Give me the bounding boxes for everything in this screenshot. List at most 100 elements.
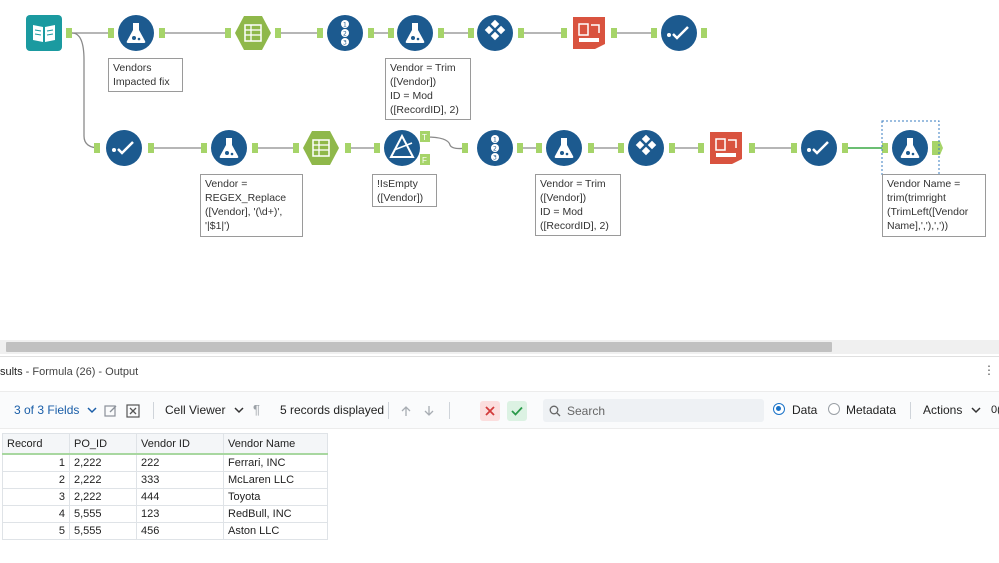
- horizontal-scrollbar[interactable]: [0, 340, 999, 354]
- arrow-up-icon[interactable]: [400, 392, 412, 428]
- search-box[interactable]: [543, 399, 764, 422]
- cell-vendor-id[interactable]: 444: [136, 488, 224, 506]
- actions-label: Actions: [923, 403, 963, 417]
- true-anchor-label: T: [422, 133, 427, 142]
- close-icon[interactable]: [480, 401, 500, 421]
- clear-icon[interactable]: [126, 392, 140, 428]
- checkmark-icon: [106, 130, 142, 166]
- text-to-columns-tool[interactable]: [235, 15, 271, 51]
- flask-icon: [397, 15, 433, 51]
- flask-icon: [118, 15, 154, 51]
- table-row[interactable]: 2 2,222 333 McLaren LLC: [2, 471, 328, 489]
- input-data-tool[interactable]: [26, 15, 62, 51]
- pilcrow-icon[interactable]: ¶: [253, 392, 260, 428]
- arrow-down-icon[interactable]: [423, 392, 435, 428]
- results-grid[interactable]: Record PO_ID Vendor ID Vendor Name 1 2,2…: [2, 433, 328, 540]
- diamond-grid-icon: [628, 130, 664, 166]
- table-row[interactable]: 4 5,555 123 RedBull, INC: [2, 505, 328, 523]
- flask-icon: [546, 130, 582, 166]
- false-anchor-label: F: [422, 156, 427, 165]
- results-title-prefix: sults: [0, 366, 23, 378]
- annotation-filter: !IsEmpty ([Vendor]): [372, 174, 437, 207]
- transpose-tool[interactable]: [571, 15, 607, 51]
- numbers-icon: 1 2 3: [477, 130, 513, 166]
- scrollbar-thumb[interactable]: [6, 342, 832, 352]
- svg-text:1: 1: [493, 137, 497, 144]
- svg-text:3: 3: [493, 155, 497, 162]
- overflow-text: 0(: [991, 404, 999, 416]
- svg-text:2: 2: [343, 31, 347, 38]
- formula-tool-selected[interactable]: [892, 130, 928, 166]
- chevron-down-icon: [234, 407, 244, 414]
- cell-vendor-name[interactable]: Aston LLC: [223, 522, 328, 540]
- checkmark-icon[interactable]: [507, 401, 527, 421]
- col-header-record[interactable]: Record: [2, 433, 70, 455]
- grid-header-row: Record PO_ID Vendor ID Vendor Name: [2, 433, 328, 455]
- actions-dropdown[interactable]: Actions: [923, 392, 981, 428]
- svg-text:2: 2: [493, 146, 497, 153]
- cell-viewer-dropdown[interactable]: Cell Viewer: [165, 392, 244, 428]
- cell-vendor-name[interactable]: Toyota: [223, 488, 328, 506]
- filter-triangle-icon: [384, 130, 420, 166]
- table-icon: [303, 131, 339, 165]
- annotation-formula-mid: Vendor = Trim ([Vendor]) ID = Mod ([Reco…: [535, 174, 621, 236]
- cell-record[interactable]: 1: [2, 453, 70, 472]
- formula-tool[interactable]: [546, 130, 582, 166]
- table-row[interactable]: 5 5,555 456 Aston LLC: [2, 522, 328, 540]
- cell-po-id[interactable]: 2,222: [69, 471, 137, 489]
- fields-dropdown[interactable]: 3 of 3 Fields: [14, 392, 97, 428]
- cell-vendor-id[interactable]: 333: [136, 471, 224, 489]
- cell-vendor-name[interactable]: McLaren LLC: [223, 471, 328, 489]
- table-row[interactable]: 3 2,222 444 Toyota: [2, 488, 328, 506]
- annotation-formula-top: Vendor = Trim ([Vendor]) ID = Mod ([Reco…: [385, 58, 471, 120]
- svg-text:1: 1: [343, 22, 347, 29]
- results-title: sults - Formula (26) - Output: [0, 366, 138, 378]
- cell-vendor-id[interactable]: 123: [136, 505, 224, 523]
- cell-po-id[interactable]: 5,555: [69, 505, 137, 523]
- diamond-grid-icon: [477, 15, 513, 51]
- select-tool[interactable]: [661, 15, 697, 51]
- cell-record[interactable]: 3: [2, 488, 70, 506]
- cell-record[interactable]: 5: [2, 522, 70, 540]
- cell-po-id[interactable]: 2,222: [69, 453, 137, 472]
- edit-icon[interactable]: [104, 392, 118, 428]
- cell-po-id[interactable]: 5,555: [69, 522, 137, 540]
- multi-row-tool[interactable]: [477, 15, 513, 51]
- record-id-tool[interactable]: 1 2 3: [477, 130, 513, 166]
- col-header-vendor-name[interactable]: Vendor Name: [223, 433, 328, 455]
- col-header-vendor-id[interactable]: Vendor ID: [136, 433, 224, 455]
- select-tool[interactable]: [106, 130, 142, 166]
- transpose-icon: [710, 132, 742, 164]
- cell-po-id[interactable]: 2,222: [69, 488, 137, 506]
- cell-record[interactable]: 2: [2, 471, 70, 489]
- checkmark-icon: [661, 15, 697, 51]
- select-tool[interactable]: [801, 130, 837, 166]
- cell-vendor-name[interactable]: Ferrari, INC: [223, 453, 328, 472]
- more-options-icon[interactable]: ⋮: [983, 363, 995, 377]
- metadata-radio[interactable]: [828, 403, 840, 415]
- transpose-tool[interactable]: [708, 130, 744, 166]
- workflow-canvas[interactable]: T F 1 2 3 1 2 3 Vendors Impacted fix Ven…: [0, 0, 999, 340]
- text-to-columns-tool[interactable]: [303, 130, 339, 166]
- filter-tool[interactable]: [384, 130, 420, 166]
- formula-tool[interactable]: [118, 15, 154, 51]
- annotation-formula-last: Vendor Name = trim(trimright (TrimLeft([…: [882, 174, 986, 237]
- formula-tool[interactable]: [211, 130, 247, 166]
- numbers-icon: 1 2 3: [327, 15, 363, 51]
- transpose-icon: [573, 17, 605, 49]
- data-radio[interactable]: [773, 403, 785, 415]
- cell-record[interactable]: 4: [2, 505, 70, 523]
- cell-vendor-id[interactable]: 222: [136, 453, 224, 472]
- data-label: Data: [792, 403, 818, 417]
- col-header-po-id[interactable]: PO_ID: [69, 433, 137, 455]
- search-input[interactable]: [565, 401, 759, 421]
- connections: T F: [66, 28, 943, 176]
- annotation-vendors-fix: Vendors Impacted fix: [108, 58, 183, 92]
- record-id-tool[interactable]: 1 2 3: [327, 15, 363, 51]
- multi-row-tool[interactable]: [628, 130, 664, 166]
- cell-vendor-id[interactable]: 456: [136, 522, 224, 540]
- cell-vendor-name[interactable]: RedBull, INC: [223, 505, 328, 523]
- table-row[interactable]: 1 2,222 222 Ferrari, INC: [2, 453, 328, 472]
- formula-tool[interactable]: [397, 15, 433, 51]
- results-title-source: - Formula (26) - Output: [22, 366, 139, 378]
